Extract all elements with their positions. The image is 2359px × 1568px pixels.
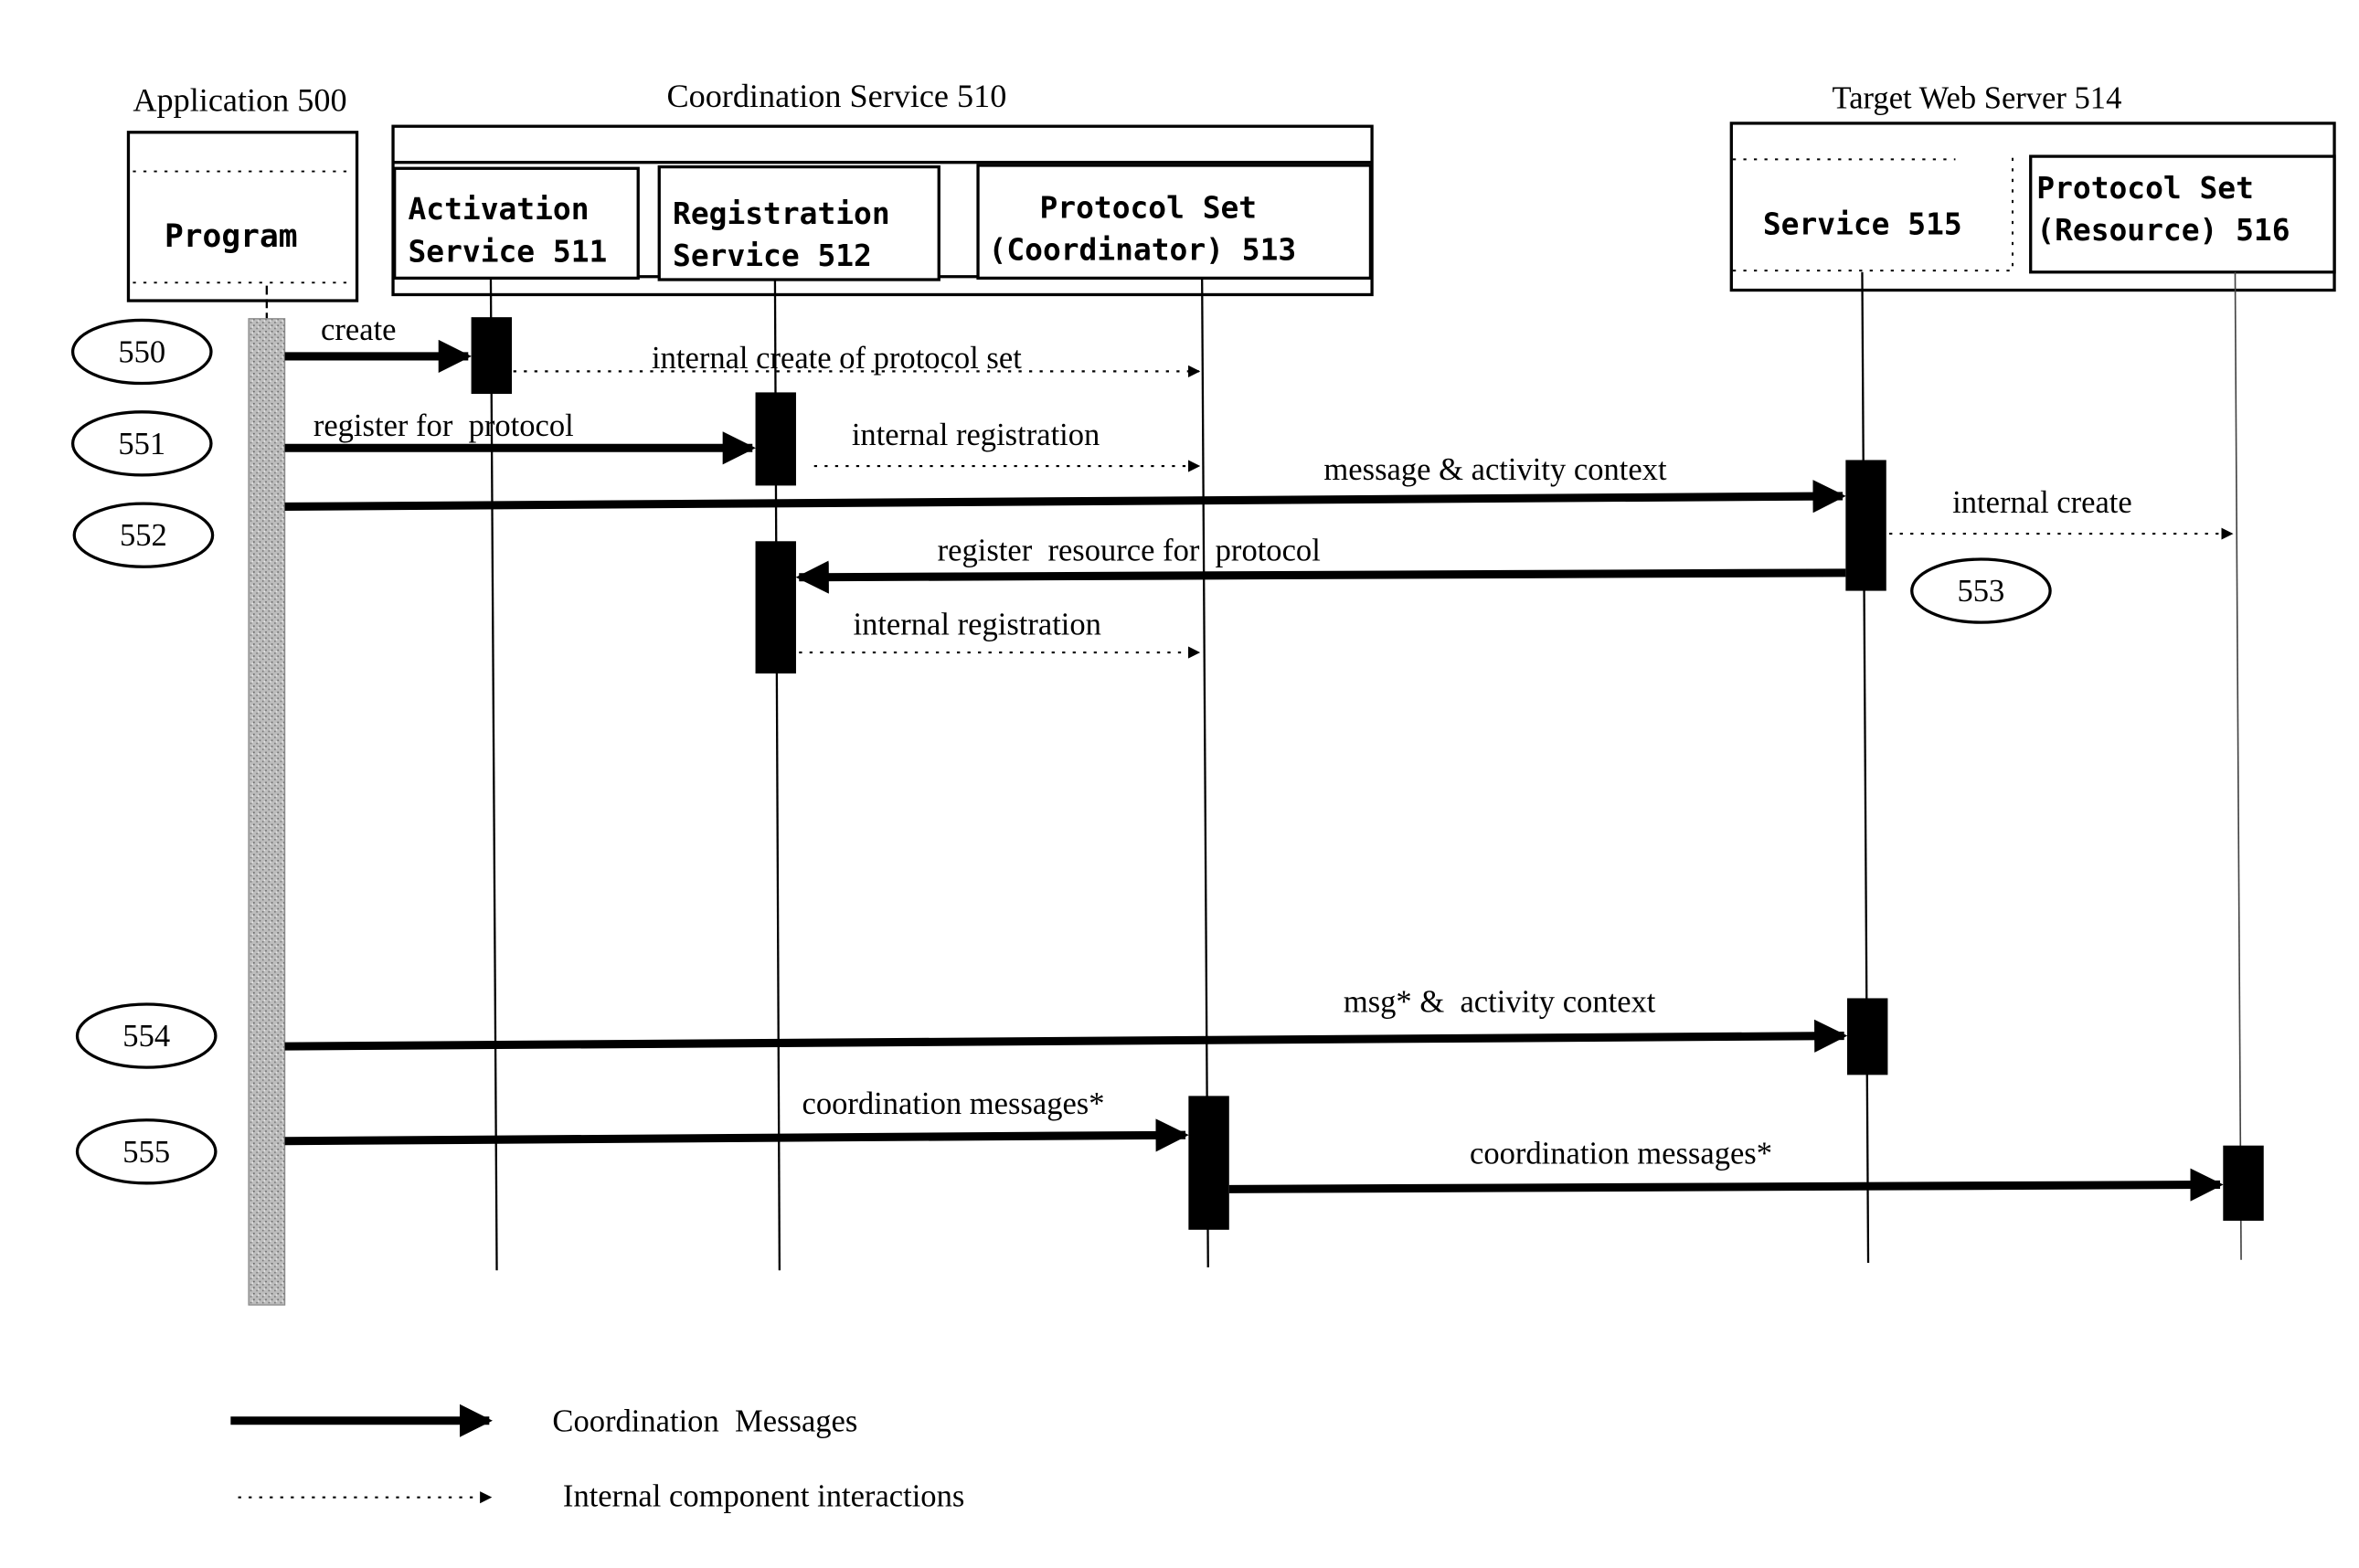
program-participant: Program (126, 131, 359, 302)
message-msg-activity-context-arrow (284, 1019, 1848, 1053)
step-553-label: 553 (1958, 574, 2005, 609)
message-register-resource-for-protocol-label: register resource for protocol (938, 534, 1321, 568)
message-internal-registration-1-label: internal registration (852, 418, 1100, 452)
message-message-activity-context-label: message & activity context (1323, 452, 1667, 487)
message-message-activity-context-arrow (284, 480, 1846, 514)
service-515-label: Service 515 (1763, 207, 1962, 242)
group-title-target-web-server: Target Web Server 514 (1833, 80, 2122, 115)
message-coordination-messages-2-label: coordination messages* (1470, 1136, 1772, 1171)
service-515-activation-554 (1846, 998, 1888, 1075)
step-552: 552 (72, 502, 215, 568)
message-msg-activity-context-label: msg* & activity context (1344, 984, 1656, 1019)
group-title-application: Application 500 (133, 82, 346, 119)
step-551: 551 (70, 410, 213, 477)
program-activation-bar (248, 318, 286, 1306)
program-box (126, 131, 359, 302)
step-552-label: 552 (120, 518, 167, 553)
protocol-set-resource-label-1: Protocol Set (2036, 170, 2254, 206)
message-internal-create-label: internal create (1952, 485, 2132, 520)
registration-service-participant: Registration Service 512 (657, 164, 940, 281)
activation-service-label-1: Activation (408, 191, 589, 227)
step-550: 550 (70, 318, 213, 386)
step-550-label: 550 (118, 335, 165, 370)
message-register-for-protocol-label: register for protocol (313, 408, 574, 443)
service-515-lifeline (1861, 271, 1870, 1264)
message-internal-create-protocol-set-label: internal create of protocol set (652, 341, 1022, 376)
message-create-label: create (321, 313, 396, 347)
group-title-coordination-service: Coordination Service 510 (666, 78, 1006, 114)
protocol-set-coordinator-activation-555 (1188, 1096, 1229, 1230)
protocol-set-resource-label-2: (Resource) 516 (2036, 212, 2290, 248)
sequence-diagram: Application 500 Coordination Service 510… (70, 78, 2336, 1514)
program-label: Program (165, 218, 298, 255)
registration-service-label-1: Registration (673, 196, 890, 231)
message-coordination-messages-2-arrow (1228, 1168, 2224, 1202)
protocol-set-coordinator-label-1: Protocol Set (1039, 190, 1257, 226)
activation-service-label-2: Service 511 (408, 233, 607, 269)
activation-service-activation-550 (471, 317, 513, 395)
protocol-set-resource-lifeline (2234, 271, 2242, 1260)
protocol-set-coordinator-label-2: (Coordinator) 513 (989, 232, 1297, 268)
protocol-set-coordinator-participant: Protocol Set (Coordinator) 513 (976, 164, 1373, 281)
step-554: 554 (75, 1002, 218, 1069)
service-515-activation-552 (1845, 460, 1886, 591)
message-coordination-messages-1-label: coordination messages* (802, 1086, 1105, 1121)
step-555: 555 (75, 1118, 218, 1185)
protocol-set-resource-participant: Protocol Set (Resource) 516 (2029, 154, 2336, 274)
activation-service-participant: Activation Service 511 (393, 166, 640, 281)
message-coordination-messages-1-arrow (284, 1118, 1189, 1152)
message-internal-registration-2-label: internal registration (853, 607, 1100, 641)
step-551-label: 551 (118, 427, 165, 461)
legend-internal-interactions-label: Internal component interactions (563, 1479, 964, 1514)
protocol-set-resource-activation-555 (2223, 1145, 2264, 1221)
step-555-label: 555 (122, 1135, 170, 1170)
registration-service-label-2: Service 512 (673, 238, 872, 273)
step-553: 553 (1910, 557, 2052, 624)
step-554-label: 554 (122, 1019, 170, 1054)
registration-service-activation-551 (755, 392, 796, 486)
message-register-resource-for-protocol-arrow (795, 560, 1846, 594)
legend: Coordination Messages Internal component… (230, 1404, 964, 1514)
legend-coordination-messages-label: Coordination Messages (552, 1404, 857, 1438)
registration-service-activation-553 (755, 541, 796, 674)
